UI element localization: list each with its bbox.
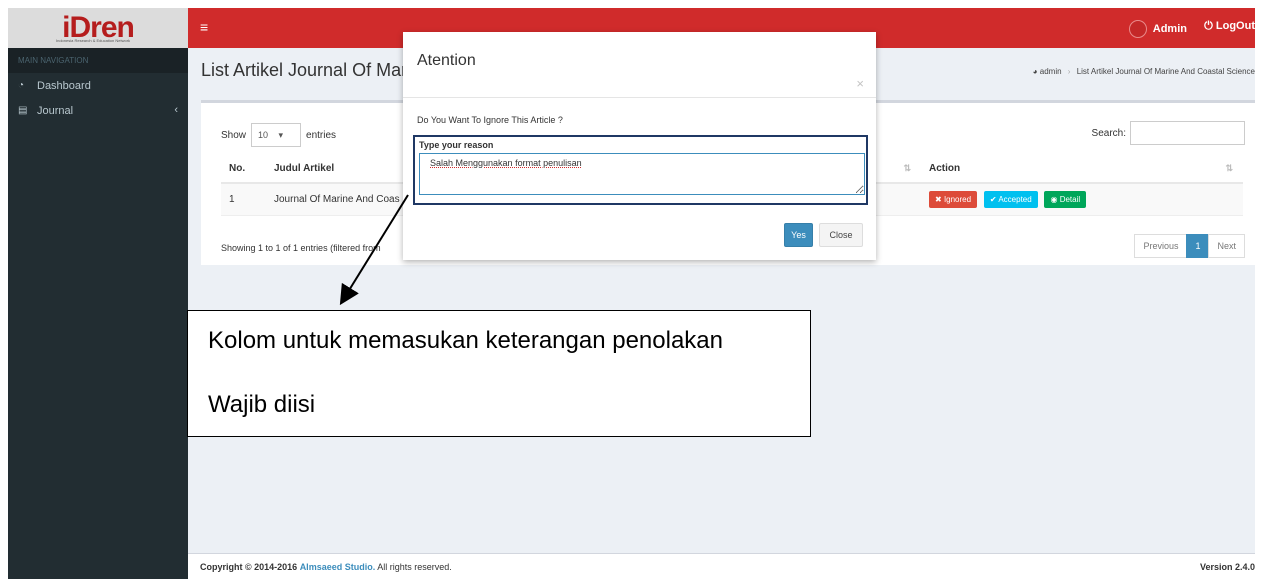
entries-value: 10 [258,130,269,140]
avatar [1128,20,1147,38]
logout-button[interactable]: ⏻ LogOut [1204,20,1255,33]
breadcrumb-separator: › [1067,67,1071,76]
rights-text: All rights reserved. [377,562,452,572]
eye-icon: ◉ [1050,194,1058,204]
logo[interactable]: iDren Indonesia Research & Education Net… [8,8,188,48]
close-icon[interactable]: × [856,76,864,91]
pagination-next[interactable]: Next [1208,234,1245,258]
dashboard-icon: ◔ [18,80,25,91]
app-frame: iDren Indonesia Research & Education Net… [8,8,1255,579]
search-input[interactable] [1130,121,1245,145]
footer: Copyright © 2014-2016 Almsaeed Studio. A… [188,553,1255,579]
annotation-callout: Kolom untuk memasukan keterangan penolak… [187,310,811,437]
sidebar-item-journal[interactable]: ▤ Journal ‹ [8,98,188,123]
column-header-action[interactable]: Action ⇅ [921,155,1243,184]
ignore-dialog: Atention × Do You Want To Ignore This Ar… [403,32,876,260]
logo-subtitle: Indonesia Research & Education Network [56,38,131,43]
dialog-title: Atention [417,52,476,69]
close-button[interactable]: Close [819,223,863,247]
entries-label: entries [306,129,337,141]
nav-header: MAIN NAVIGATION [8,48,188,73]
column-header-no[interactable]: No. [221,155,266,184]
page-title: List Artikel Journal Of Mar [201,60,408,80]
breadcrumb-item-current: List Artikel Journal Of Marine And Coast… [1076,67,1255,76]
table-info: Showing 1 to 1 of 1 entries (filtered fr… [221,243,381,253]
accepted-button[interactable]: ✔ Accepted [983,190,1038,208]
hamburger-icon[interactable]: ≡ [200,20,208,34]
ignored-label: Ignored [943,194,972,204]
detail-label: Detail [1059,194,1081,204]
ignored-button[interactable]: ✖ Ignored [929,190,978,208]
version-text: Version 2.4.0 [1199,562,1255,572]
x-icon: ✖ [935,194,942,204]
check-icon: ✔ [989,194,997,204]
column-header-action-label: Action [929,163,961,174]
reason-textarea[interactable]: Salah Menggunakan format penulisan [419,153,865,195]
book-icon: ▤ [18,105,28,116]
reason-label: Type your reason [419,140,494,150]
reason-field-group: Type your reason Salah Menggunakan forma… [413,135,868,205]
yes-button[interactable]: Yes [784,223,813,247]
dashboard-icon: ◕ [1032,67,1038,76]
reason-text: Salah Menggunakan format penulisan [430,158,582,168]
accepted-label: Accepted [998,194,1032,204]
sidebar-item-dashboard[interactable]: ◔ Dashboard [8,73,188,98]
dialog-header: Atention × [403,32,876,98]
column-header-title-label: Judul Artikel [274,163,335,174]
dialog-question: Do You Want To Ignore This Article ? [417,115,563,125]
sort-icon: ⇅ [903,163,911,173]
user-menu[interactable]: Admin [1128,20,1187,38]
entries-length-control: Show 10 ▾ entries [221,123,336,147]
search-control: Search: [1092,121,1245,145]
logout-label: LogOut [1215,20,1255,32]
breadcrumb-item-admin[interactable]: admin [1040,67,1062,76]
sidebar-item-label: Journal [37,104,74,117]
search-label: Search: [1091,127,1126,139]
show-label: Show [221,129,247,141]
sort-icon: ⇅ [1225,163,1233,173]
sidebar-item-label: Dashboard [37,79,91,92]
cell-no: 1 [221,183,266,216]
sidebar: MAIN NAVIGATION ◔ Dashboard ▤ Journal ‹ [8,48,188,579]
chevron-left-icon: ‹ [174,104,178,116]
cell-actions: ✖ Ignored ✔ Accepted ◉ Detail [921,183,1243,216]
user-name: Admin [1152,23,1187,35]
power-icon: ⏻ [1204,20,1213,32]
chevron-down-icon: ▾ [278,130,284,140]
studio-link[interactable]: Almsaeed Studio. [300,562,376,572]
pagination-previous[interactable]: Previous [1134,234,1188,258]
breadcrumb: ◕ admin › List Artikel Journal Of Marine… [1033,67,1255,76]
callout-text-line1: Kolom untuk memasukan keterangan penolak… [208,327,723,354]
copyright-text: Copyright © 2014-2016 [200,562,298,572]
callout-text-line2: Wajib diisi [208,391,316,418]
detail-button[interactable]: ◉ Detail [1044,190,1087,208]
pagination-page-1[interactable]: 1 [1186,234,1210,258]
entries-select[interactable]: 10 ▾ [251,123,302,147]
pagination: Previous 1 Next [1134,234,1245,258]
